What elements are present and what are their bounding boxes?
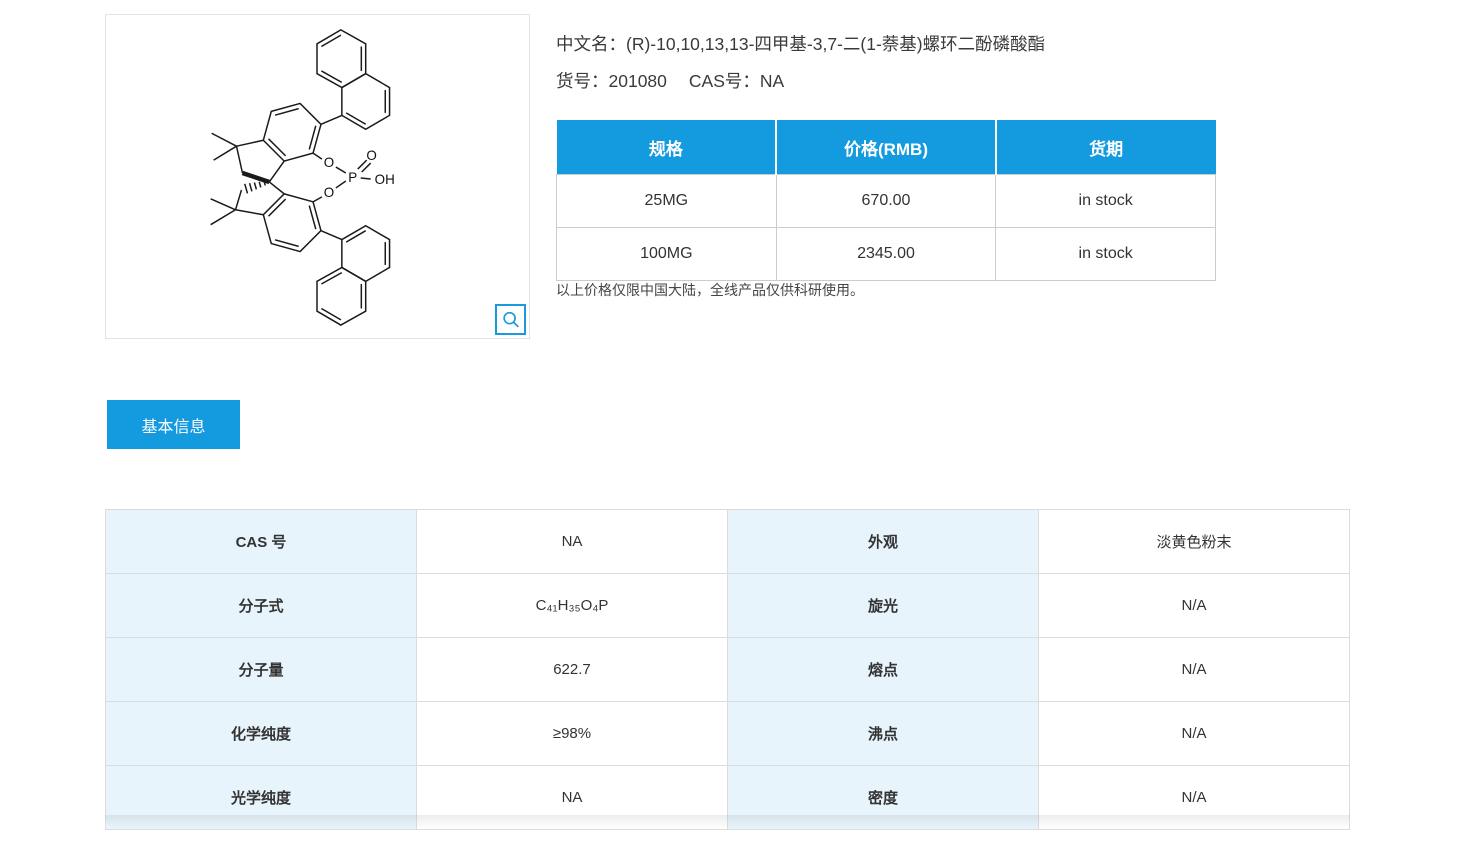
product-name-label: 中文名： [556, 34, 626, 54]
info-value: N/A [1039, 574, 1350, 638]
pricing-header-spec: 规格 [557, 120, 777, 175]
product-name: (R)-10,10,13,13-四甲基-3,7-二(1-萘基)螺环二酚磷酸酯 [626, 34, 1045, 54]
price-cell: 670.00 [776, 175, 996, 228]
product-structure-image: O O P O OH [105, 14, 530, 339]
pricing-header-price: 价格(RMB) [776, 120, 996, 175]
info-value: 622.7 [417, 638, 728, 702]
info-value: N/A [1039, 702, 1350, 766]
info-label: 分子式 [106, 574, 417, 638]
availability-cell: in stock [996, 228, 1216, 281]
product-name-line: 中文名：(R)-10,10,13,13-四甲基-3,7-二(1-萘基)螺环二酚磷… [556, 31, 1045, 56]
info-value: 淡黄色粉末 [1039, 510, 1350, 574]
info-label: 熔点 [728, 638, 1039, 702]
tab-basic-info[interactable]: 基本信息 [107, 400, 240, 449]
atom-o-bottom: O [324, 185, 334, 200]
product-page: { "product": { "cn_name_label": "中文名：", … [0, 0, 1463, 863]
sku-label: 货号： [556, 71, 609, 91]
content-bottom-shadow [105, 815, 1350, 829]
atom-p: P [348, 170, 357, 185]
product-sku-line: 货号：201080 CAS号：NA [556, 68, 784, 93]
atom-o-double: O [366, 148, 376, 163]
pricing-note: 以上价格仅限中国大陆，全线产品仅供科研使用。 [556, 280, 864, 300]
pricing-header-availability: 货期 [996, 120, 1216, 175]
pricing-table: 规格 价格(RMB) 货期 25MG 670.00 in stock 100MG… [556, 120, 1216, 281]
table-row: 分子式 C₄₁H₃₅O₄P 旋光 N/A [106, 574, 1350, 638]
price-cell: 2345.00 [776, 228, 996, 281]
availability-cell: in stock [996, 175, 1216, 228]
cas-label: CAS号： [689, 71, 760, 91]
basic-info-table: CAS 号 NA 外观 淡黄色粉末 分子式 C₄₁H₃₅O₄P 旋光 N/A 分… [105, 509, 1350, 830]
info-label: 化学纯度 [106, 702, 417, 766]
molecule-atom-labels: O O P O OH [324, 148, 395, 200]
info-value: NA [417, 510, 728, 574]
info-label: 旋光 [728, 574, 1039, 638]
pricing-row: 100MG 2345.00 in stock [557, 228, 1216, 281]
atom-o-top: O [324, 155, 334, 170]
info-label: CAS 号 [106, 510, 417, 574]
magnifier-icon [500, 309, 522, 331]
molecule-structure-svg: O O P O OH [106, 15, 529, 338]
atom-oh: OH [375, 172, 395, 187]
pricing-row: 25MG 670.00 in stock [557, 175, 1216, 228]
sku-value: 201080 [609, 71, 667, 91]
zoom-image-button[interactable] [495, 304, 526, 335]
table-row: 分子量 622.7 熔点 N/A [106, 638, 1350, 702]
info-label: 沸点 [728, 702, 1039, 766]
pricing-header-row: 规格 价格(RMB) 货期 [557, 120, 1216, 175]
cas-value: NA [760, 71, 784, 91]
info-value: C₄₁H₃₅O₄P [417, 574, 728, 638]
info-label: 分子量 [106, 638, 417, 702]
info-value: N/A [1039, 638, 1350, 702]
info-value: ≥98% [417, 702, 728, 766]
table-row: CAS 号 NA 外观 淡黄色粉末 [106, 510, 1350, 574]
table-row: 化学纯度 ≥98% 沸点 N/A [106, 702, 1350, 766]
spec-cell: 25MG [557, 175, 777, 228]
info-label: 外观 [728, 510, 1039, 574]
spec-cell: 100MG [557, 228, 777, 281]
